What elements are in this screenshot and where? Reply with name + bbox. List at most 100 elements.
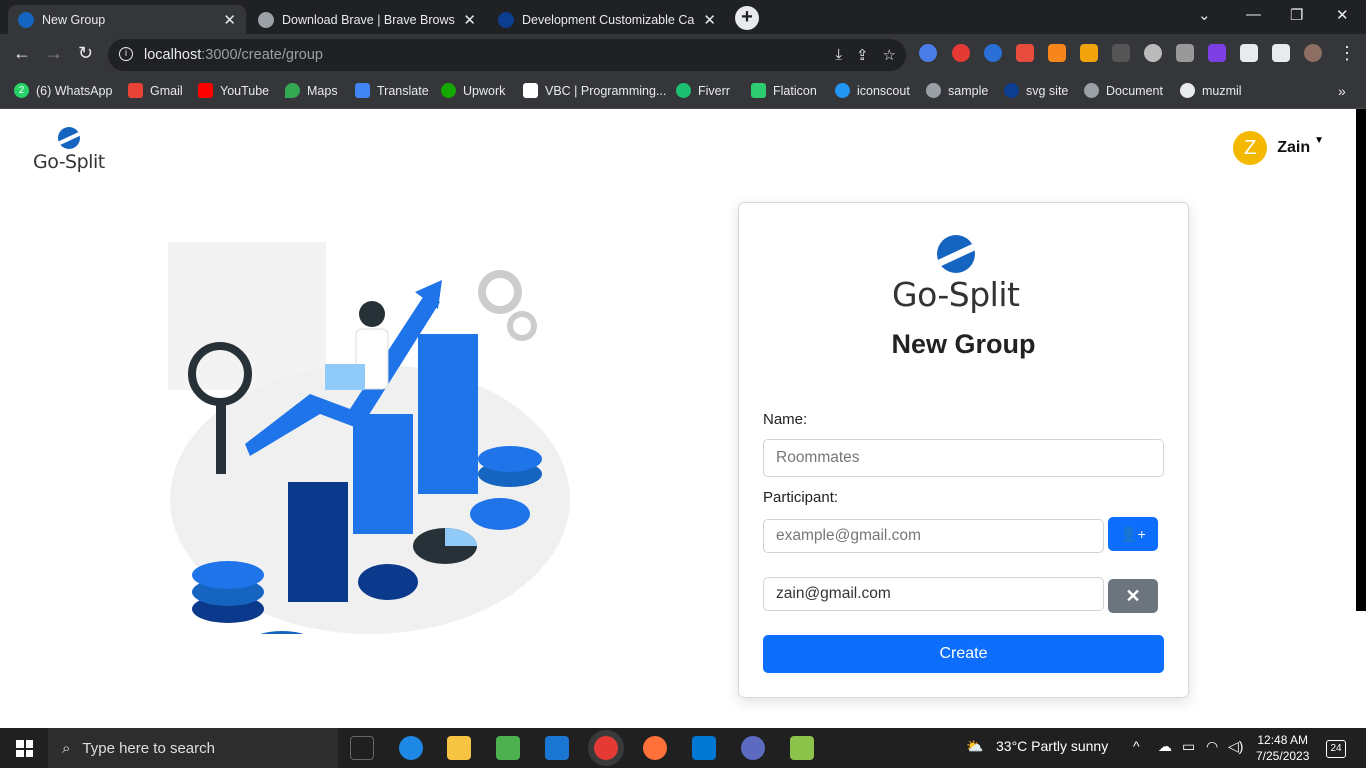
app-icon[interactable] [741, 736, 765, 760]
coin-stack-icon [192, 561, 264, 589]
tray-chevron-icon[interactable]: ^ [1133, 738, 1140, 754]
close-tab-icon[interactable]: ✕ [463, 11, 476, 29]
install-icon[interactable]: ⤓ [835, 46, 842, 64]
bookmark-maps[interactable]: Maps [285, 83, 338, 98]
edge-icon[interactable] [399, 736, 423, 760]
extension-icon[interactable] [1112, 44, 1130, 62]
extension-icon[interactable] [1016, 44, 1034, 62]
clock[interactable]: 12:48 AM 7/25/2023 [1256, 732, 1309, 764]
pen-icon[interactable] [1176, 44, 1194, 62]
create-button[interactable]: Create [763, 635, 1164, 673]
bookmark-flaticon[interactable]: Flaticon [751, 83, 817, 98]
extension-icon[interactable] [919, 44, 937, 62]
menu-kebab-icon[interactable]: ⋮ [1338, 43, 1356, 64]
windows-start-icon[interactable] [16, 740, 33, 757]
bookmark-sample[interactable]: sample [926, 83, 988, 98]
globe-icon [258, 11, 274, 28]
bookmark-label: YouTube [220, 83, 270, 98]
whatsapp-icon: 2 [14, 83, 29, 98]
metamask-icon[interactable] [1048, 44, 1066, 62]
close-tab-icon[interactable]: ✕ [703, 11, 716, 29]
extension-icon[interactable] [1208, 44, 1226, 62]
extension-icon[interactable] [984, 44, 1002, 62]
notification-badge[interactable]: 24 [1326, 740, 1346, 758]
participant-email-field[interactable] [763, 577, 1104, 611]
card-logo: Go-Split [892, 235, 1020, 314]
new-tab-button[interactable]: + [735, 6, 759, 30]
bookmark-youtube[interactable]: YouTube [198, 83, 269, 98]
forward-icon[interactable]: → [45, 43, 63, 64]
tab-development[interactable]: Development Customizable Carto ✕ [488, 5, 726, 34]
minimize-icon[interactable]: — [1246, 6, 1261, 23]
bookmark-label: Maps [307, 83, 338, 98]
user-menu[interactable]: Z Zain ▼ [1233, 131, 1324, 165]
add-participant-button[interactable]: 👤+ [1108, 517, 1158, 551]
reload-icon[interactable]: ↻ [78, 43, 93, 64]
close-icon: ✕ [1125, 586, 1141, 606]
magnifier-handle [216, 404, 226, 474]
app-icon[interactable] [790, 736, 814, 760]
share-icon[interactable]: ⇪ [856, 46, 869, 64]
participant-email-input[interactable] [763, 519, 1104, 553]
bookmark-iconscout[interactable]: iconscout [835, 83, 910, 98]
remove-participant-button[interactable]: ✕ [1108, 579, 1158, 613]
bookmark-label: Upwork [463, 83, 506, 98]
logo-text: Go-Split [892, 275, 1020, 314]
loading-icon [498, 11, 514, 28]
fiverr-icon [676, 83, 691, 98]
profile-avatar-icon[interactable] [1304, 44, 1322, 62]
tab-search-icon[interactable]: ⌄ [1198, 6, 1211, 24]
group-name-input[interactable] [763, 439, 1164, 477]
file-explorer-icon[interactable] [447, 736, 471, 760]
svg-site-icon [1004, 83, 1019, 98]
bookmark-label: muzmil [1202, 83, 1242, 98]
bookmark-whatsapp[interactable]: 2 (6) WhatsApp [14, 83, 112, 98]
battery-icon[interactable]: ▭ [1182, 738, 1195, 755]
network-icon[interactable]: ☁ [1158, 738, 1172, 755]
firefox-icon[interactable] [643, 736, 667, 760]
adblock-icon[interactable] [952, 44, 970, 62]
puzzle-icon[interactable] [1240, 44, 1258, 62]
address-bar[interactable]: i localhost:3000/create/group ⤓ ⇪ ☆ [108, 39, 906, 71]
bookmark-svg-site[interactable]: svg site [1004, 83, 1068, 98]
bookmarks-overflow-icon[interactable]: » [1338, 83, 1346, 99]
search-icon: ⌕ [62, 739, 71, 757]
bookmark-translate[interactable]: Translate [355, 83, 429, 98]
back-icon[interactable]: ← [13, 43, 31, 64]
bookmark-fiverr[interactable]: Fiverr [676, 83, 730, 98]
gear-icon [478, 270, 522, 314]
extension-icon[interactable] [1144, 44, 1162, 62]
header-logo[interactable]: Go-Split [33, 127, 105, 173]
participant-label: Participant: [763, 489, 839, 506]
close-window-icon[interactable]: ✕ [1336, 6, 1349, 24]
chrome-icon[interactable] [594, 736, 618, 760]
site-info-icon[interactable]: i [119, 47, 133, 61]
person-head [359, 301, 385, 327]
weather-text[interactable]: 33°C Partly sunny [996, 738, 1108, 754]
wifi-icon[interactable]: ◠ [1206, 738, 1218, 755]
extension-icon[interactable] [1080, 44, 1098, 62]
close-tab-icon[interactable]: ✕ [223, 11, 236, 29]
bookmark-star-icon[interactable]: ☆ [883, 46, 896, 64]
mail-icon[interactable] [545, 736, 569, 760]
tab-new-group[interactable]: New Group ✕ [8, 5, 246, 34]
task-view-icon[interactable] [350, 736, 374, 760]
weather-icon: ⛅ [966, 738, 984, 754]
bookmark-muzmil[interactable]: muzmil [1180, 83, 1242, 98]
bookmark-label: (6) WhatsApp [36, 83, 113, 98]
logo-text: Go-Split [33, 151, 105, 173]
store-icon[interactable] [496, 736, 520, 760]
side-panel-icon[interactable] [1272, 44, 1290, 62]
page-scrollbar[interactable] [1356, 109, 1366, 611]
bookmark-document[interactable]: Document [1084, 83, 1163, 98]
coin-stack-icon [260, 631, 304, 634]
bookmark-gmail[interactable]: Gmail [128, 83, 183, 98]
tab-brave[interactable]: Download Brave | Brave Browser ✕ [248, 5, 486, 34]
bookmark-vbc[interactable]: VBC | Programming... [523, 83, 666, 98]
restore-icon[interactable]: ❐ [1290, 6, 1303, 24]
volume-icon[interactable]: ◁) [1228, 738, 1243, 755]
taskbar-search[interactable]: ⌕ Type here to search [48, 728, 338, 768]
bookmark-upwork[interactable]: Upwork [441, 83, 505, 98]
name-label: Name: [763, 411, 808, 428]
vscode-icon[interactable] [692, 736, 716, 760]
